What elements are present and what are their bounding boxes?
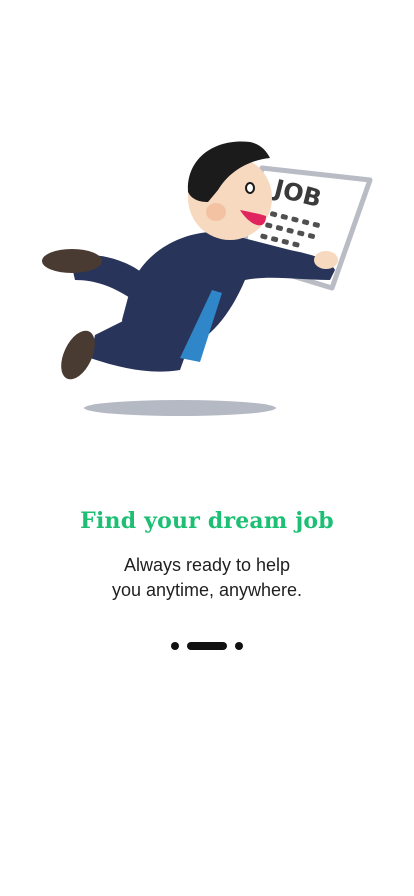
page-indicator xyxy=(0,642,414,650)
shoe-back xyxy=(42,249,102,273)
hand xyxy=(314,251,338,269)
floor-shadow xyxy=(84,400,276,416)
job-seeker-illustration: JOB xyxy=(42,141,373,416)
page-title: Find your dream job xyxy=(80,508,334,534)
page-dot-2-active[interactable] xyxy=(187,642,227,650)
onboarding-screen: JOB Find your dream job Always ready to … xyxy=(0,0,414,896)
subtitle-line-1: Always ready to help xyxy=(123,555,291,575)
page-dot-3[interactable] xyxy=(235,642,243,650)
page-subtitle: Always ready to help you anytime, anywhe… xyxy=(0,553,414,603)
page-dot-1[interactable] xyxy=(171,642,179,650)
subtitle-line-2: you anytime, anywhere. xyxy=(111,580,303,600)
head xyxy=(187,141,272,240)
